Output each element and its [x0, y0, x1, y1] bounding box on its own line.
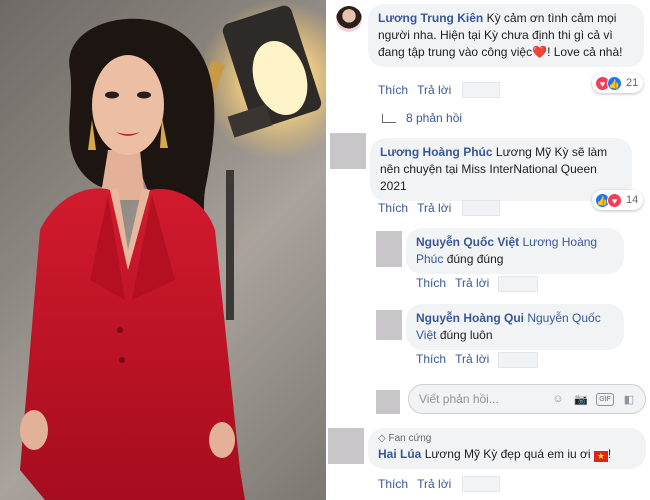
comment-bubble: ◇ Fan cứng Hai Lúa Lương Mỹ Kỳ đẹp quá e…	[368, 428, 646, 469]
comment-actions: Thích Trả lời	[378, 83, 457, 97]
love-reaction-icon: ♥	[607, 192, 622, 208]
timestamp-redacted	[498, 276, 538, 292]
avatar[interactable]	[328, 428, 364, 464]
reply-author[interactable]: Nguyễn Hoàng Qui	[416, 311, 524, 325]
reply-link[interactable]: Trả lời	[417, 83, 451, 97]
comment-actions: Thích Trả lời	[378, 477, 457, 491]
comment-author[interactable]: Lương Trung Kiên	[378, 11, 483, 25]
fan-badge: ◇ Fan cứng	[378, 432, 636, 446]
reply-link[interactable]: Trả lời	[455, 276, 489, 290]
comment-actions: Thích Trả lời	[378, 201, 457, 215]
reaction-summary[interactable]: 👍 ♥ 14	[592, 190, 644, 210]
timestamp-redacted	[462, 82, 500, 98]
comments-panel: Lương Trung Kiên Kỳ cảm ơn tình cảm mọi …	[326, 0, 650, 500]
reaction-count: 14	[626, 194, 639, 206]
timestamp-redacted	[462, 476, 500, 492]
comment-text-end: !	[607, 447, 612, 461]
timestamp-redacted	[462, 200, 500, 216]
timestamp-redacted	[498, 352, 538, 368]
like-link[interactable]: Thích	[416, 276, 446, 290]
replies-count[interactable]: 8 phản hồi	[406, 111, 462, 125]
reply-text: đúng luôn	[439, 328, 493, 342]
comment-bubble: Lương Trung Kiên Kỳ cảm ơn tình cảm mọi …	[368, 4, 644, 67]
comment-text-end: ! Love cả nhà!	[547, 45, 623, 59]
fan-badge-label: Fan cứng	[388, 433, 432, 444]
avatar[interactable]	[330, 133, 366, 169]
view-replies-link[interactable]: 8 phản hồi	[382, 111, 462, 125]
avatar[interactable]	[376, 310, 402, 340]
gif-icon[interactable]: GIF	[596, 392, 614, 406]
reply-input-placeholder: Viết phản hồi...	[419, 392, 499, 406]
reply-arrow-icon	[382, 114, 396, 124]
avatar[interactable]	[336, 6, 362, 32]
like-link[interactable]: Thích	[378, 201, 408, 215]
like-link[interactable]: Thích	[378, 477, 408, 491]
reply-link[interactable]: Trả lời	[417, 477, 451, 491]
reply-bubble: Nguyễn Quốc Việt Lương Hoàng Phúc đúng đ…	[406, 228, 624, 274]
sticker-icon[interactable]: ◧	[621, 391, 637, 407]
camera-icon[interactable]: 📷	[573, 391, 589, 407]
comment-text: Lương Mỹ Kỳ đẹp quá em iu ơi	[424, 447, 591, 461]
reply-bubble: Nguyễn Hoàng Qui Nguyễn Quốc Việt đúng l…	[406, 304, 624, 350]
like-link[interactable]: Thích	[378, 83, 408, 97]
comment-author[interactable]: Hai Lúa	[378, 447, 421, 461]
post-photo	[0, 0, 326, 500]
comment-bubble: Lương Hoàng Phúc Lương Mỹ Kỳ sẽ làm nên …	[370, 138, 632, 201]
reply-actions: Thích Trả lời	[416, 276, 495, 290]
avatar	[376, 390, 400, 414]
reply-actions: Thích Trả lời	[416, 352, 495, 366]
reply-input[interactable]: Viết phản hồi... ☺ 📷 GIF ◧	[408, 384, 646, 414]
reaction-summary[interactable]: ♥ 👍 21	[592, 73, 644, 93]
like-link[interactable]: Thích	[416, 352, 446, 366]
like-reaction-icon: 👍	[607, 75, 622, 91]
reply-link[interactable]: Trả lời	[455, 352, 489, 366]
face	[92, 55, 164, 155]
photo-illustration	[20, 0, 326, 500]
vietnam-flag-icon: ★	[593, 451, 608, 462]
heart-emoji-icon: ❤️	[532, 45, 548, 59]
avatar[interactable]	[376, 231, 402, 267]
reply-text: đúng đúng	[446, 252, 504, 266]
diamond-icon: ◇	[378, 433, 386, 444]
emoji-icon[interactable]: ☺	[550, 391, 566, 407]
comment-author[interactable]: Lương Hoàng Phúc	[380, 145, 493, 159]
reply-link[interactable]: Trả lời	[417, 201, 451, 215]
reply-author[interactable]: Nguyễn Quốc Việt	[416, 235, 519, 249]
reaction-count: 21	[626, 77, 639, 89]
